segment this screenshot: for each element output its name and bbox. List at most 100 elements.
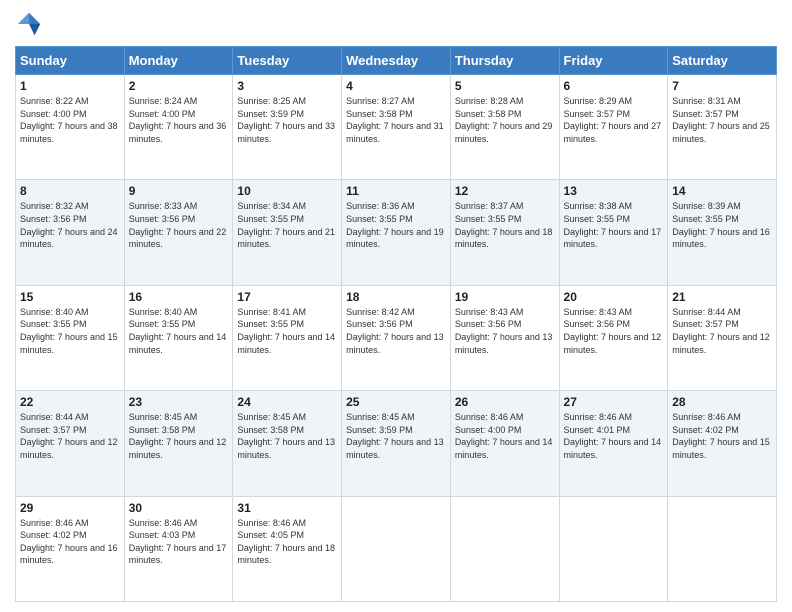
day-info: Sunrise: 8:46 AMSunset: 4:05 PMDaylight:… [237, 518, 335, 566]
day-info: Sunrise: 8:36 AMSunset: 3:55 PMDaylight:… [346, 201, 444, 249]
day-number: 30 [129, 501, 229, 515]
day-info: Sunrise: 8:28 AMSunset: 3:58 PMDaylight:… [455, 96, 553, 144]
day-info: Sunrise: 8:40 AMSunset: 3:55 PMDaylight:… [20, 307, 118, 355]
header [15, 10, 777, 38]
day-info: Sunrise: 8:22 AMSunset: 4:00 PMDaylight:… [20, 96, 118, 144]
day-cell: 3 Sunrise: 8:25 AMSunset: 3:59 PMDayligh… [233, 75, 342, 180]
day-info: Sunrise: 8:44 AMSunset: 3:57 PMDaylight:… [20, 412, 118, 460]
day-info: Sunrise: 8:31 AMSunset: 3:57 PMDaylight:… [672, 96, 770, 144]
day-info: Sunrise: 8:46 AMSunset: 4:02 PMDaylight:… [672, 412, 770, 460]
day-info: Sunrise: 8:40 AMSunset: 3:55 PMDaylight:… [129, 307, 227, 355]
week-row-4: 29 Sunrise: 8:46 AMSunset: 4:02 PMDaylig… [16, 496, 777, 601]
day-number: 8 [20, 184, 120, 198]
day-number: 2 [129, 79, 229, 93]
day-info: Sunrise: 8:44 AMSunset: 3:57 PMDaylight:… [672, 307, 770, 355]
day-info: Sunrise: 8:34 AMSunset: 3:55 PMDaylight:… [237, 201, 335, 249]
day-number: 17 [237, 290, 337, 304]
week-row-1: 8 Sunrise: 8:32 AMSunset: 3:56 PMDayligh… [16, 180, 777, 285]
logo-icon [15, 10, 43, 38]
week-row-0: 1 Sunrise: 8:22 AMSunset: 4:00 PMDayligh… [16, 75, 777, 180]
day-number: 9 [129, 184, 229, 198]
day-cell: 6 Sunrise: 8:29 AMSunset: 3:57 PMDayligh… [559, 75, 668, 180]
day-number: 13 [564, 184, 664, 198]
day-info: Sunrise: 8:45 AMSunset: 3:59 PMDaylight:… [346, 412, 444, 460]
day-cell: 31 Sunrise: 8:46 AMSunset: 4:05 PMDaylig… [233, 496, 342, 601]
day-cell: 10 Sunrise: 8:34 AMSunset: 3:55 PMDaylig… [233, 180, 342, 285]
page: SundayMondayTuesdayWednesdayThursdayFrid… [0, 0, 792, 612]
day-number: 1 [20, 79, 120, 93]
day-cell: 20 Sunrise: 8:43 AMSunset: 3:56 PMDaylig… [559, 285, 668, 390]
day-info: Sunrise: 8:37 AMSunset: 3:55 PMDaylight:… [455, 201, 553, 249]
day-info: Sunrise: 8:42 AMSunset: 3:56 PMDaylight:… [346, 307, 444, 355]
day-info: Sunrise: 8:46 AMSunset: 4:03 PMDaylight:… [129, 518, 227, 566]
day-cell: 19 Sunrise: 8:43 AMSunset: 3:56 PMDaylig… [450, 285, 559, 390]
day-info: Sunrise: 8:46 AMSunset: 4:02 PMDaylight:… [20, 518, 118, 566]
week-row-3: 22 Sunrise: 8:44 AMSunset: 3:57 PMDaylig… [16, 391, 777, 496]
day-cell: 4 Sunrise: 8:27 AMSunset: 3:58 PMDayligh… [342, 75, 451, 180]
calendar: SundayMondayTuesdayWednesdayThursdayFrid… [15, 46, 777, 602]
day-info: Sunrise: 8:45 AMSunset: 3:58 PMDaylight:… [237, 412, 335, 460]
day-number: 19 [455, 290, 555, 304]
day-cell: 2 Sunrise: 8:24 AMSunset: 4:00 PMDayligh… [124, 75, 233, 180]
day-info: Sunrise: 8:33 AMSunset: 3:56 PMDaylight:… [129, 201, 227, 249]
day-info: Sunrise: 8:25 AMSunset: 3:59 PMDaylight:… [237, 96, 335, 144]
day-number: 4 [346, 79, 446, 93]
day-number: 3 [237, 79, 337, 93]
day-number: 5 [455, 79, 555, 93]
day-cell: 8 Sunrise: 8:32 AMSunset: 3:56 PMDayligh… [16, 180, 125, 285]
header-saturday: Saturday [668, 47, 777, 75]
day-cell: 7 Sunrise: 8:31 AMSunset: 3:57 PMDayligh… [668, 75, 777, 180]
day-cell: 25 Sunrise: 8:45 AMSunset: 3:59 PMDaylig… [342, 391, 451, 496]
day-cell: 17 Sunrise: 8:41 AMSunset: 3:55 PMDaylig… [233, 285, 342, 390]
day-info: Sunrise: 8:45 AMSunset: 3:58 PMDaylight:… [129, 412, 227, 460]
day-info: Sunrise: 8:41 AMSunset: 3:55 PMDaylight:… [237, 307, 335, 355]
day-cell: 5 Sunrise: 8:28 AMSunset: 3:58 PMDayligh… [450, 75, 559, 180]
day-cell: 16 Sunrise: 8:40 AMSunset: 3:55 PMDaylig… [124, 285, 233, 390]
day-cell: 13 Sunrise: 8:38 AMSunset: 3:55 PMDaylig… [559, 180, 668, 285]
day-cell [450, 496, 559, 601]
day-cell: 27 Sunrise: 8:46 AMSunset: 4:01 PMDaylig… [559, 391, 668, 496]
day-cell [559, 496, 668, 601]
day-cell: 26 Sunrise: 8:46 AMSunset: 4:00 PMDaylig… [450, 391, 559, 496]
day-info: Sunrise: 8:29 AMSunset: 3:57 PMDaylight:… [564, 96, 662, 144]
day-number: 31 [237, 501, 337, 515]
header-friday: Friday [559, 47, 668, 75]
day-cell: 1 Sunrise: 8:22 AMSunset: 4:00 PMDayligh… [16, 75, 125, 180]
day-info: Sunrise: 8:43 AMSunset: 3:56 PMDaylight:… [564, 307, 662, 355]
day-cell: 28 Sunrise: 8:46 AMSunset: 4:02 PMDaylig… [668, 391, 777, 496]
day-cell: 22 Sunrise: 8:44 AMSunset: 3:57 PMDaylig… [16, 391, 125, 496]
day-info: Sunrise: 8:39 AMSunset: 3:55 PMDaylight:… [672, 201, 770, 249]
day-info: Sunrise: 8:32 AMSunset: 3:56 PMDaylight:… [20, 201, 118, 249]
day-number: 14 [672, 184, 772, 198]
day-number: 22 [20, 395, 120, 409]
day-number: 23 [129, 395, 229, 409]
day-number: 18 [346, 290, 446, 304]
header-sunday: Sunday [16, 47, 125, 75]
day-number: 12 [455, 184, 555, 198]
day-cell: 30 Sunrise: 8:46 AMSunset: 4:03 PMDaylig… [124, 496, 233, 601]
day-cell: 9 Sunrise: 8:33 AMSunset: 3:56 PMDayligh… [124, 180, 233, 285]
day-info: Sunrise: 8:46 AMSunset: 4:00 PMDaylight:… [455, 412, 553, 460]
day-info: Sunrise: 8:27 AMSunset: 3:58 PMDaylight:… [346, 96, 444, 144]
day-info: Sunrise: 8:43 AMSunset: 3:56 PMDaylight:… [455, 307, 553, 355]
day-number: 11 [346, 184, 446, 198]
day-number: 6 [564, 79, 664, 93]
day-number: 10 [237, 184, 337, 198]
day-cell: 12 Sunrise: 8:37 AMSunset: 3:55 PMDaylig… [450, 180, 559, 285]
week-row-2: 15 Sunrise: 8:40 AMSunset: 3:55 PMDaylig… [16, 285, 777, 390]
day-cell: 24 Sunrise: 8:45 AMSunset: 3:58 PMDaylig… [233, 391, 342, 496]
header-thursday: Thursday [450, 47, 559, 75]
day-number: 27 [564, 395, 664, 409]
day-number: 21 [672, 290, 772, 304]
day-info: Sunrise: 8:46 AMSunset: 4:01 PMDaylight:… [564, 412, 662, 460]
day-cell: 29 Sunrise: 8:46 AMSunset: 4:02 PMDaylig… [16, 496, 125, 601]
day-cell [342, 496, 451, 601]
day-number: 7 [672, 79, 772, 93]
day-cell: 23 Sunrise: 8:45 AMSunset: 3:58 PMDaylig… [124, 391, 233, 496]
day-cell: 15 Sunrise: 8:40 AMSunset: 3:55 PMDaylig… [16, 285, 125, 390]
day-info: Sunrise: 8:38 AMSunset: 3:55 PMDaylight:… [564, 201, 662, 249]
day-cell [668, 496, 777, 601]
day-cell: 14 Sunrise: 8:39 AMSunset: 3:55 PMDaylig… [668, 180, 777, 285]
logo [15, 10, 47, 38]
day-cell: 11 Sunrise: 8:36 AMSunset: 3:55 PMDaylig… [342, 180, 451, 285]
